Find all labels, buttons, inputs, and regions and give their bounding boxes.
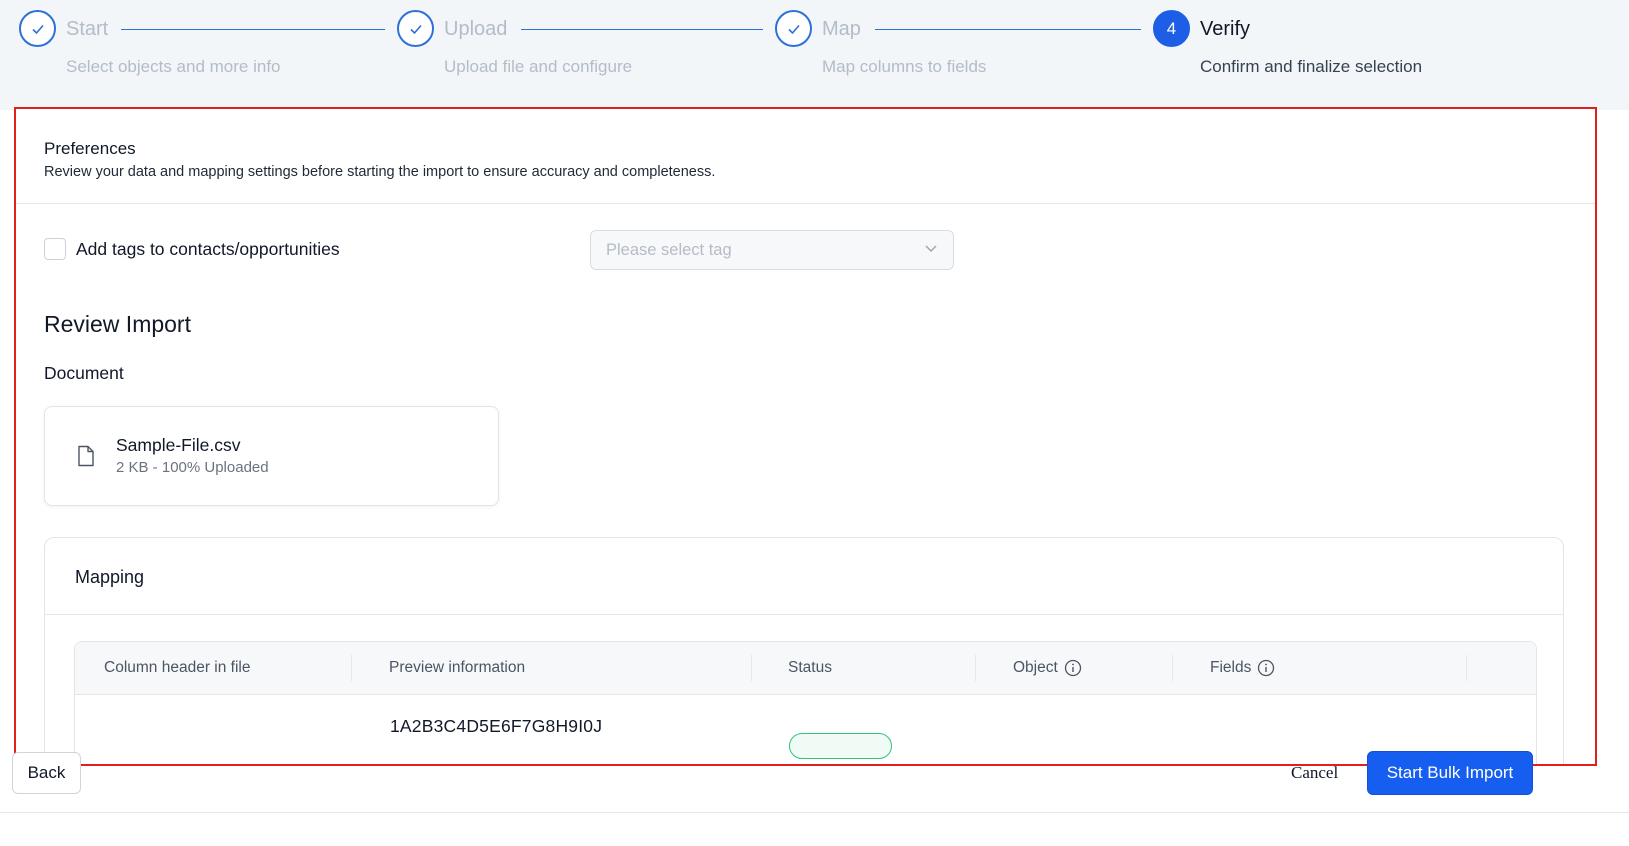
- column-header-status: Status: [788, 659, 832, 676]
- import-wizard-page: Start Select objects and more info Uploa…: [0, 0, 1629, 846]
- add-tags-checkbox[interactable]: [44, 238, 66, 260]
- step-connector: [521, 29, 763, 30]
- column-separator: [1466, 655, 1467, 681]
- check-icon: [397, 10, 434, 47]
- step-connector: [875, 29, 1141, 30]
- cancel-button[interactable]: Cancel: [1291, 763, 1338, 783]
- preferences-description: Review your data and mapping settings be…: [44, 164, 716, 180]
- step-verify-title: Verify: [1200, 18, 1251, 40]
- uploaded-file-card: Sample-File.csv 2 KB - 100% Uploaded: [44, 406, 499, 506]
- chevron-down-icon: [925, 245, 937, 252]
- file-name: Sample-File.csv: [116, 435, 241, 455]
- review-import-title: Review Import: [44, 311, 191, 337]
- divider: [45, 614, 1563, 615]
- status-badge: [789, 733, 892, 759]
- column-header-fields: Fields: [1210, 659, 1275, 677]
- add-tags-label[interactable]: Add tags to contacts/opportunities: [76, 239, 340, 260]
- document-label: Document: [44, 363, 124, 383]
- column-separator: [351, 655, 352, 681]
- table-row-preview: 1A2B3C4D5E6F7G8H9I0J: [390, 716, 603, 736]
- back-button[interactable]: Back: [12, 752, 81, 794]
- table-header: Column header in file Preview informatio…: [75, 642, 1536, 695]
- info-icon[interactable]: [1257, 659, 1275, 677]
- tag-select[interactable]: Please select tag: [590, 230, 954, 270]
- column-header-object: Object: [1013, 659, 1082, 677]
- column-header-file: Column header in file: [104, 659, 251, 676]
- mapping-card: Mapping Column header in file Preview in…: [44, 537, 1564, 764]
- step-verify-number: 4: [1153, 10, 1190, 47]
- step-map-subtitle: Map columns to fields: [822, 57, 987, 76]
- mapping-table: Column header in file Preview informatio…: [74, 641, 1537, 764]
- column-separator: [751, 655, 752, 681]
- step-verify-subtitle: Confirm and finalize selection: [1200, 57, 1423, 76]
- preferences-title: Preferences: [44, 139, 136, 158]
- step-connector: [121, 29, 385, 30]
- column-separator: [1172, 655, 1173, 681]
- start-bulk-import-button[interactable]: Start Bulk Import: [1367, 751, 1533, 795]
- file-icon: [78, 445, 94, 467]
- verify-panel: Preferences Review your data and mapping…: [14, 107, 1597, 766]
- step-start-subtitle: Select objects and more info: [66, 57, 281, 76]
- info-icon[interactable]: [1064, 659, 1082, 677]
- stepper: Start Select objects and more info Uploa…: [0, 0, 1629, 110]
- tag-select-placeholder: Please select tag: [606, 241, 732, 259]
- file-meta: 2 KB - 100% Uploaded: [116, 459, 269, 476]
- step-upload-subtitle: Upload file and configure: [444, 57, 633, 76]
- step-upload-title: Upload: [444, 18, 508, 40]
- step-map-title: Map: [822, 18, 861, 40]
- column-separator: [975, 655, 976, 681]
- divider: [16, 203, 1595, 204]
- column-header-preview: Preview information: [389, 659, 526, 676]
- footer-divider: [0, 812, 1629, 813]
- check-icon: [775, 10, 812, 47]
- step-start-title: Start: [66, 18, 109, 40]
- mapping-title: Mapping: [75, 567, 145, 587]
- check-icon: [19, 10, 56, 47]
